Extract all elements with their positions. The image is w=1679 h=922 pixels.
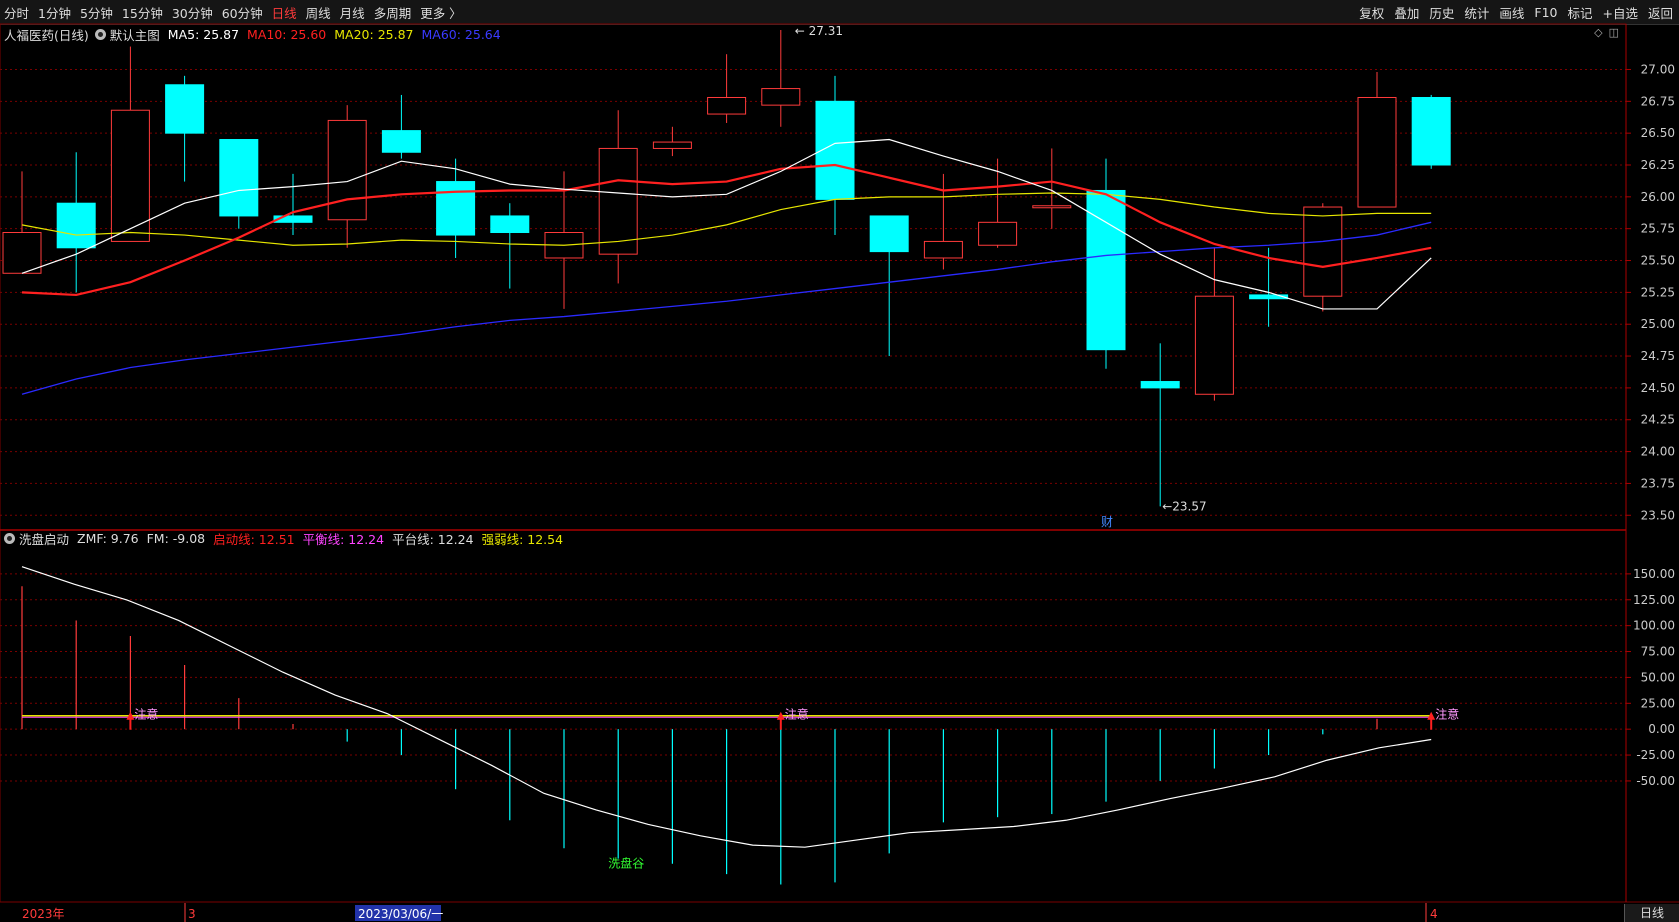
candle-body (869, 215, 909, 253)
y-tick-label: 26.75 (1641, 94, 1675, 108)
candle-body (165, 84, 205, 134)
y-tick-label: 75.00 (1641, 645, 1675, 659)
y-tick-label: -50.00 (1636, 774, 1675, 788)
candle-body (1140, 381, 1180, 389)
y-tick-label: 27.00 (1641, 62, 1675, 76)
candle-body (1194, 295, 1234, 395)
candle-body (1411, 96, 1451, 166)
y-tick-label: 125.00 (1633, 593, 1675, 607)
candle-body (2, 232, 42, 274)
y-tick-label: 23.75 (1641, 476, 1675, 490)
candle-body (490, 215, 530, 234)
date-label-month: 3 (188, 907, 196, 921)
candle-body (978, 221, 1018, 246)
attention-label: 注意 (134, 707, 158, 722)
attention-label: 注意 (1435, 707, 1459, 722)
y-tick-label: 24.75 (1641, 349, 1675, 363)
low-label: ←23.57 (1162, 499, 1206, 513)
y-tick-label: -25.00 (1636, 748, 1675, 762)
high-label: ← 27.31 (795, 24, 843, 38)
period-tab-daily[interactable]: 日线 (1624, 904, 1679, 922)
y-tick-label: 24.00 (1641, 445, 1675, 459)
y-tick-label: 23.50 (1641, 508, 1675, 522)
y-tick-label: 25.50 (1641, 254, 1675, 268)
candle-body (1032, 205, 1072, 209)
date-label-month: 4 (1430, 907, 1438, 921)
candle-body (923, 240, 963, 259)
y-tick-label: 0.00 (1648, 722, 1675, 736)
y-tick-label: 25.00 (1641, 317, 1675, 331)
date-label-year: 2023年 (22, 907, 65, 921)
cursor-date-label: 2023/03/06/一 (358, 907, 443, 921)
y-tick-label: 26.50 (1641, 126, 1675, 140)
y-tick-label: 24.25 (1641, 413, 1675, 427)
candle-body (1303, 206, 1343, 297)
stock-chart[interactable]: 注意 注意 注意洗盘谷 23.50 23.75 24.00 24.25 24.50 24.75… (0, 0, 1679, 922)
wash-valley-label: 洗盘谷 (608, 856, 644, 871)
y-tick-label: 50.00 (1641, 670, 1675, 684)
candle-body (381, 130, 421, 153)
candle-body (436, 181, 476, 236)
candle-body (56, 202, 96, 249)
candle-body (110, 109, 150, 242)
finance-marker: 财 (1101, 515, 1113, 529)
y-tick-label: 150.00 (1633, 567, 1675, 581)
candle-body (598, 147, 638, 255)
candle-body (707, 96, 747, 115)
candle-body (1357, 96, 1397, 208)
candle-body (219, 139, 259, 217)
y-tick-label: 100.00 (1633, 619, 1675, 633)
y-tick-label: 24.50 (1641, 381, 1675, 395)
candle-body (652, 141, 692, 149)
y-tick-label: 26.00 (1641, 190, 1675, 204)
y-tick-label: 25.00 (1641, 696, 1675, 710)
attention-label: 注意 (785, 707, 809, 722)
y-tick-label: 26.25 (1641, 158, 1675, 172)
y-tick-label: 25.75 (1641, 222, 1675, 236)
y-tick-label: 25.25 (1641, 285, 1675, 299)
candle-body (761, 88, 801, 106)
candle-body (327, 119, 367, 221)
